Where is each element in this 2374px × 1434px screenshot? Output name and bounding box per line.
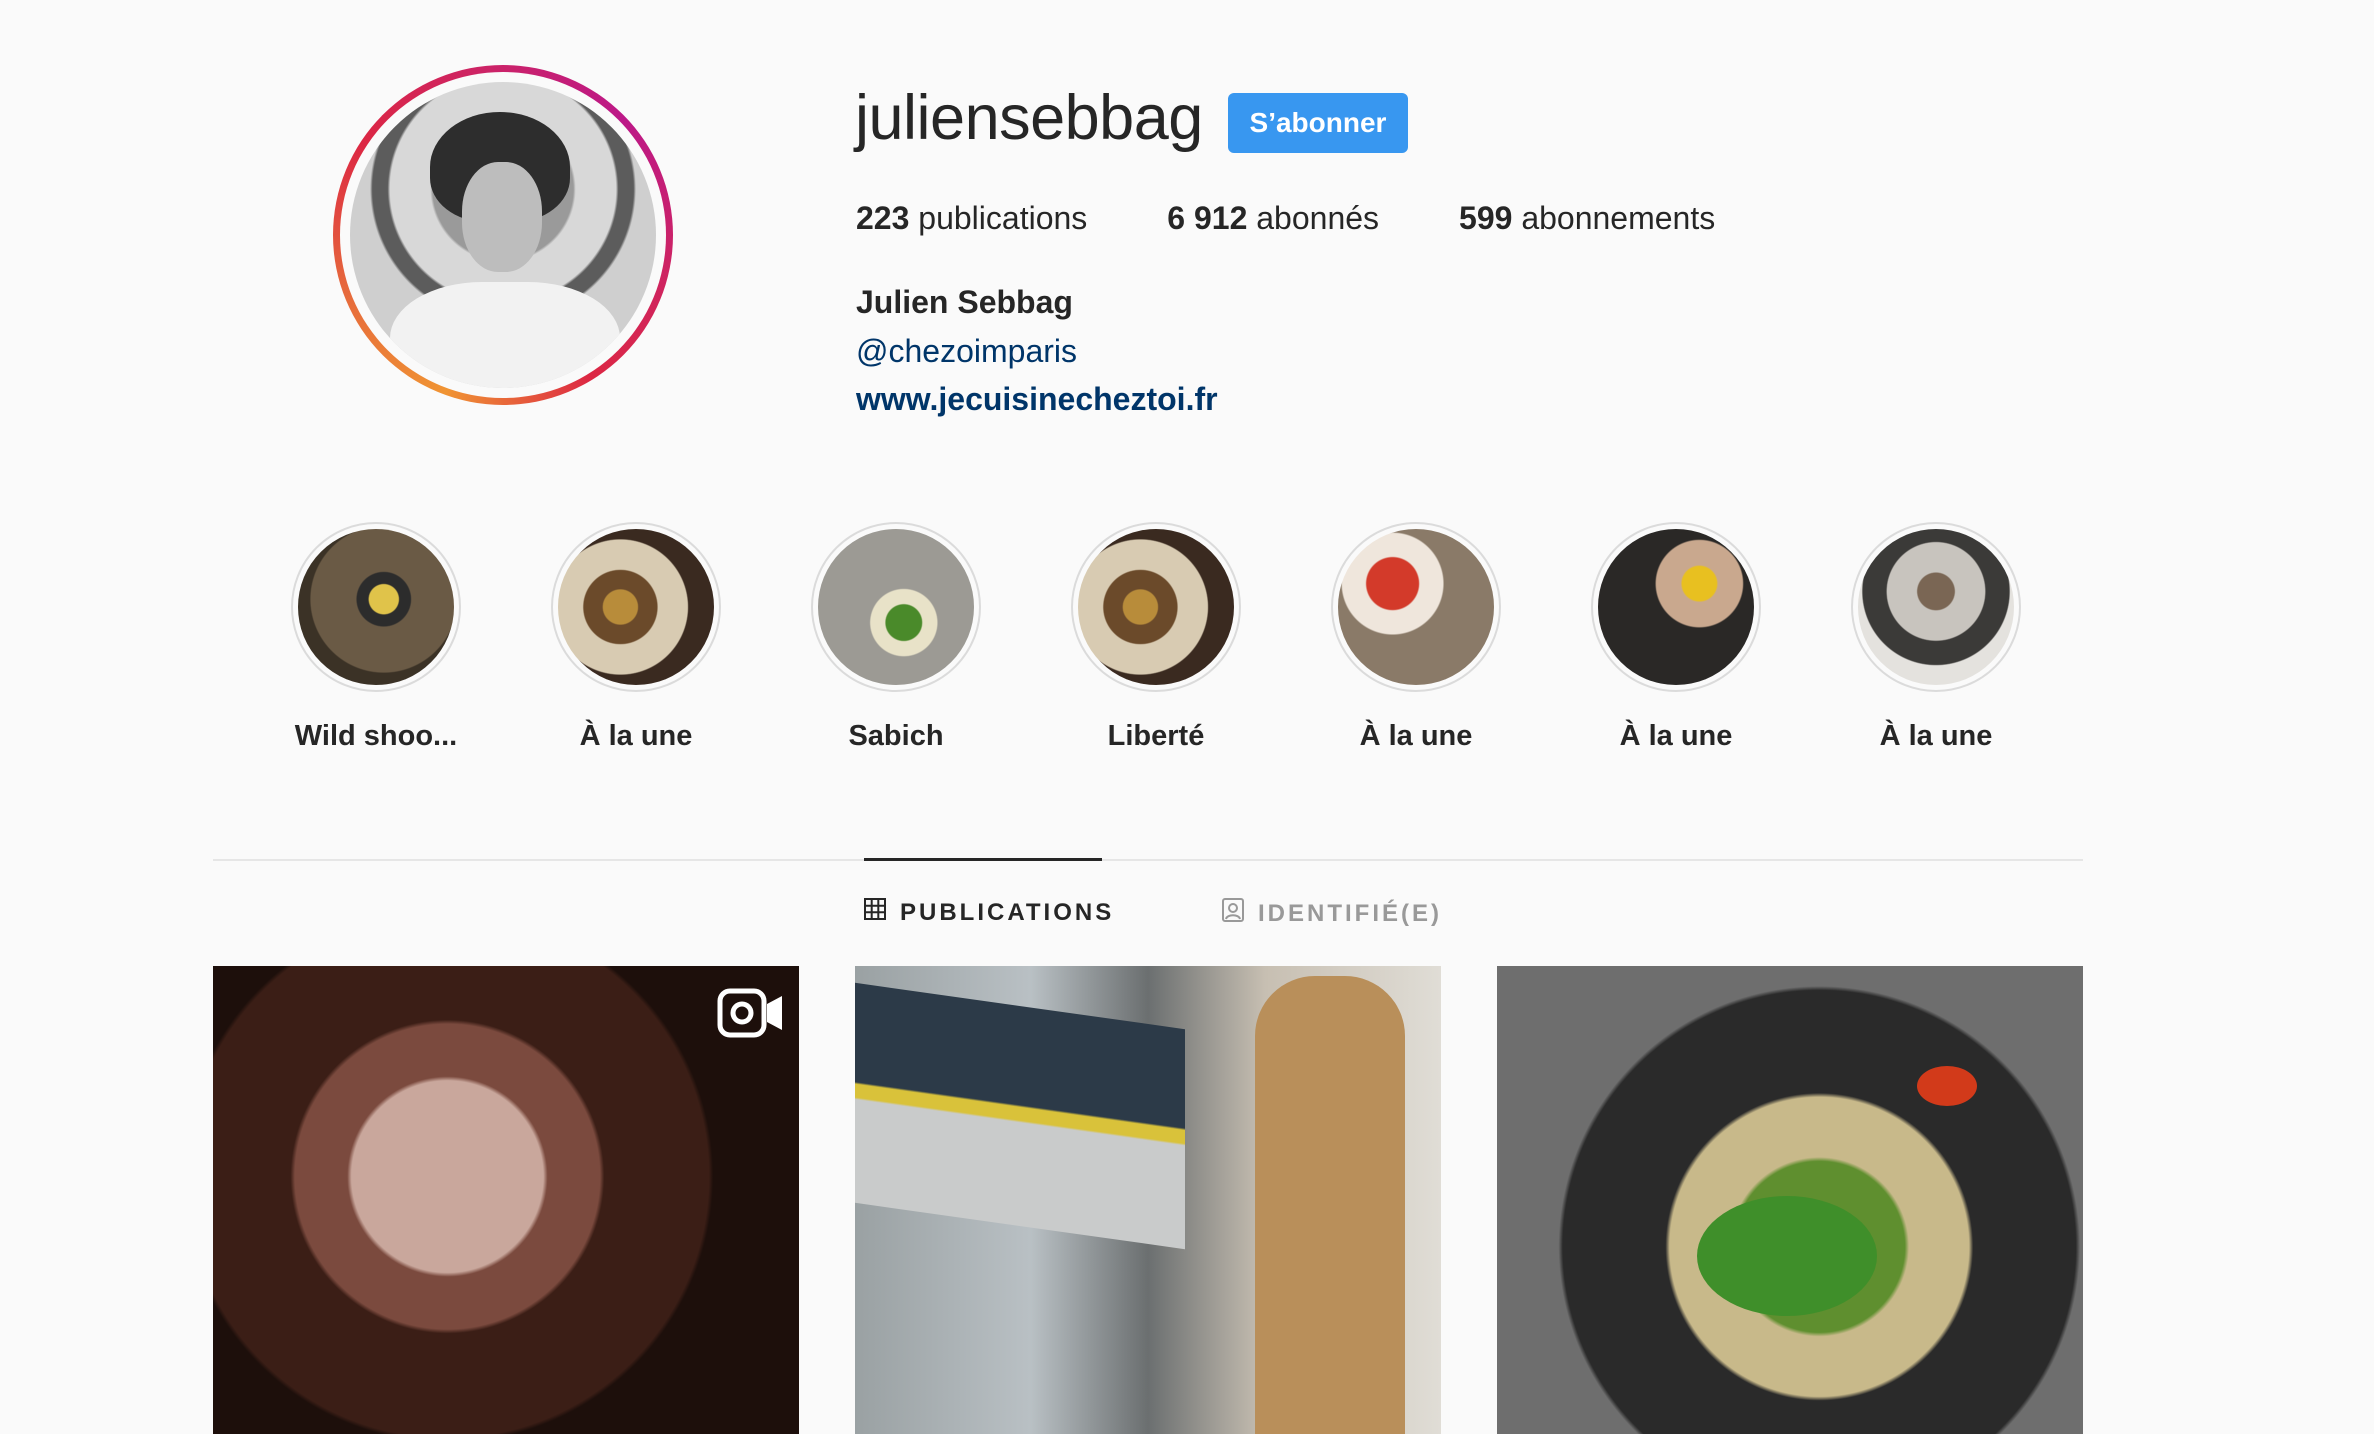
- video-icon: [717, 988, 785, 1038]
- tab-tagged-label: IDENTIFIÉ(E): [1258, 899, 1442, 927]
- highlight-ring: [1331, 522, 1501, 692]
- highlight-thumbnail: [298, 529, 454, 685]
- highlight-thumbnail: [1338, 529, 1494, 685]
- post-garnish-shape: [1697, 1196, 1877, 1316]
- highlight-thumbnail: [1858, 529, 2014, 685]
- profile-website-link[interactable]: www.jecuisinecheztoi.fr: [856, 381, 1218, 418]
- highlight-ring: [1071, 522, 1241, 692]
- stat-publications: 223 publications: [856, 200, 1087, 237]
- avatar-face: [462, 162, 542, 272]
- stat-publications-count: 223: [856, 200, 910, 236]
- post-person-shape: [1255, 976, 1405, 1434]
- tab-publications[interactable]: PUBLICATIONS: [864, 898, 1114, 927]
- highlight-label: À la une: [1619, 720, 1733, 752]
- highlight-ring: [1591, 522, 1761, 692]
- highlight-item[interactable]: À la une: [550, 522, 722, 753]
- tab-tagged[interactable]: IDENTIFIÉ(E): [1222, 898, 1442, 929]
- highlight-label: À la une: [1359, 720, 1473, 752]
- post-train-shape: [855, 982, 1185, 1250]
- highlight-label: À la une: [1879, 720, 1993, 752]
- stat-followers-label: abonnés: [1256, 200, 1380, 236]
- highlight-item[interactable]: À la une: [1850, 522, 2022, 753]
- post-thumbnail[interactable]: [855, 966, 1441, 1434]
- grid-icon: [864, 898, 886, 927]
- highlight-item[interactable]: Wild shoo...: [290, 522, 462, 753]
- post-tomato-shape: [1917, 1066, 1977, 1106]
- profile-full-name: Julien Sebbag: [856, 284, 1073, 320]
- highlight-label: Wild shoo...: [294, 720, 458, 752]
- highlight-item[interactable]: Liberté: [1070, 522, 1242, 753]
- stat-publications-label: publications: [918, 200, 1088, 236]
- profile-mention-link[interactable]: @chezoimparis: [856, 333, 1077, 370]
- active-tab-indicator: [864, 858, 1102, 861]
- highlight-label: Liberté: [1107, 720, 1205, 752]
- highlight-item[interactable]: Sabich: [810, 522, 982, 753]
- post-thumbnail[interactable]: [213, 966, 799, 1434]
- post-thumbnail[interactable]: [1497, 966, 2083, 1434]
- highlight-thumbnail: [558, 529, 714, 685]
- highlight-ring: [811, 522, 981, 692]
- tab-publications-label: PUBLICATIONS: [900, 898, 1115, 926]
- highlight-thumbnail: [1598, 529, 1754, 685]
- highlight-item[interactable]: À la une: [1330, 522, 1502, 753]
- stat-followers-count: 6 912: [1167, 200, 1248, 236]
- highlight-thumbnail: [818, 529, 974, 685]
- profile-stats: 223 publications 6 912 abonnés 599 abonn…: [856, 200, 1715, 237]
- highlight-item[interactable]: À la une: [1590, 522, 1762, 753]
- highlight-ring: [291, 522, 461, 692]
- tabs-divider: [213, 859, 2083, 861]
- highlight-label: Sabich: [848, 720, 944, 752]
- avatar-shirt: [390, 282, 620, 388]
- follow-button[interactable]: S’abonner: [1228, 93, 1408, 153]
- stat-following-count: 599: [1459, 200, 1513, 236]
- avatar-photo: [350, 82, 656, 388]
- tagged-icon: [1222, 898, 1244, 929]
- highlight-ring: [551, 522, 721, 692]
- stat-following-label: abonnements: [1521, 200, 1716, 236]
- stat-following[interactable]: 599 abonnements: [1459, 200, 1715, 237]
- profile-avatar[interactable]: [333, 65, 673, 405]
- avatar-inner: [340, 72, 666, 398]
- stat-followers[interactable]: 6 912 abonnés: [1167, 200, 1379, 237]
- highlight-ring: [1851, 522, 2021, 692]
- highlight-thumbnail: [1078, 529, 1234, 685]
- profile-username: juliensebbag: [855, 83, 1203, 153]
- highlight-label: À la une: [579, 720, 693, 752]
